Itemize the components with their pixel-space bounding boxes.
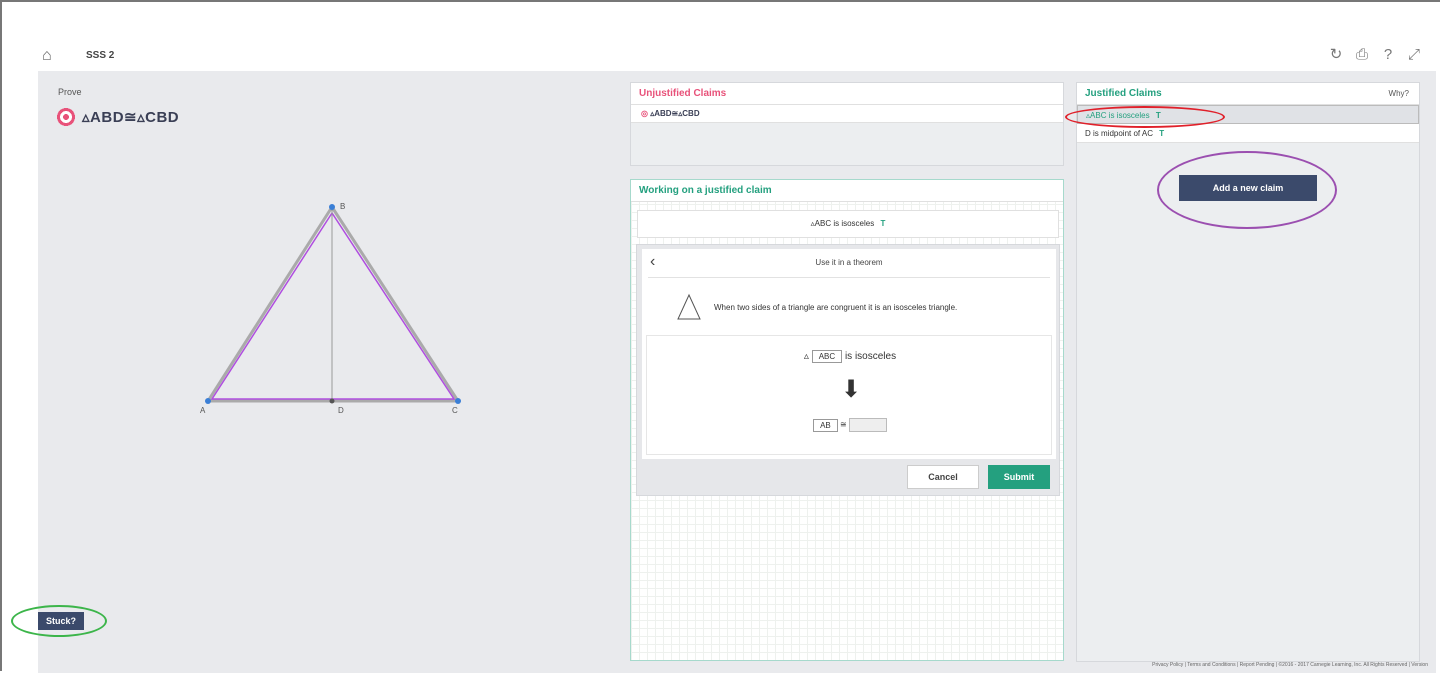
point-c[interactable] [455, 398, 461, 404]
point-a[interactable] [205, 398, 211, 404]
fullscreen-icon[interactable]: ⤢ [1406, 47, 1422, 63]
theorem-description: When two sides of a triangle are congrue… [714, 303, 958, 312]
justified-claims-panel: Justified Claims Why? ▵ABC is isosceles … [1065, 82, 1420, 662]
problem-title: SSS 2 [86, 50, 115, 61]
premise-suffix: is isosceles [844, 351, 897, 363]
annotation-red-oval [1065, 106, 1225, 128]
working-claim-chip: ▵ABC is isosceles T [637, 210, 1059, 238]
unjustified-claims-panel: Unjustified Claims ◎ ▵ABD≅▵CBD [630, 82, 1064, 166]
label-c: C [452, 406, 458, 415]
label-d: D [338, 406, 344, 415]
premise-slot[interactable]: ABC [811, 350, 843, 363]
theorem-badge-icon: T [880, 219, 886, 228]
help-icon[interactable]: ? [1380, 47, 1396, 63]
footer-links[interactable]: Privacy Policy | Terms and Conditions | … [1152, 662, 1428, 668]
print-icon[interactable]: ⎙ [1354, 47, 1370, 63]
why-link[interactable]: Why? [1389, 83, 1409, 105]
triangle-icon [677, 293, 701, 320]
conclusion-slot-left[interactable]: AB [813, 418, 838, 432]
unjustified-claim-text: ▵ABD≅▵CBD [650, 109, 700, 118]
app-frame: ⌂ SSS 2 ↻ ⎙ ? ⤢ Prove ▵ABD≅▵CBD B A D C … [0, 0, 1440, 673]
justified-claim-text: D is midpoint of AC [1085, 129, 1154, 138]
unjustified-claims-title: Unjustified Claims [631, 83, 1063, 105]
side-bc [330, 206, 460, 402]
congruent-symbol: ≅ [839, 420, 847, 430]
home-icon[interactable]: ⌂ [42, 48, 60, 64]
prove-label: Prove [58, 87, 82, 97]
divider [648, 277, 1050, 278]
theorem-badge-icon: T [1159, 129, 1165, 138]
point-b[interactable] [329, 204, 335, 210]
theorem-body: ‹ Use it in a theorem When two sides of … [642, 249, 1056, 459]
theorem-card: ‹ Use it in a theorem When two sides of … [636, 244, 1060, 496]
triangle-figure: B A D C [200, 202, 461, 415]
target-icon: ◎ [641, 109, 651, 118]
label-b: B [340, 202, 345, 211]
conclusion-slot-right[interactable] [848, 418, 887, 432]
workspace: Prove ▵ABD≅▵CBD B A D C Stuck? Unjustifi… [11, 71, 1436, 673]
label-a: A [200, 406, 206, 415]
triangle-highlight [210, 211, 456, 400]
conclusion-row: AB ≅ [647, 418, 1053, 432]
unjustified-claim-item[interactable]: ◎ ▵ABD≅▵CBD [631, 105, 1063, 123]
cancel-button[interactable]: Cancel [907, 465, 979, 489]
premise-prefix: ▵ [803, 351, 809, 363]
justified-claims-title: Justified Claims Why? [1077, 83, 1419, 105]
justified-claims-title-text: Justified Claims [1085, 88, 1162, 99]
theorem-title: Use it in a theorem [815, 258, 883, 267]
annotation-green-circle [11, 605, 107, 637]
goal-statement: ▵ABD≅▵CBD [56, 107, 179, 127]
submit-button[interactable]: Submit [988, 465, 1050, 489]
working-claim-text: ▵ABC is isosceles [810, 219, 875, 228]
premise-row: ▵ ABC is isosceles [647, 350, 1053, 363]
working-claim-panel: Working on a justified claim ▵ABC is iso… [630, 179, 1064, 661]
annotation-purple-oval [1157, 151, 1337, 229]
point-d[interactable] [329, 398, 335, 404]
side-ab [206, 206, 334, 402]
target-icon [56, 107, 76, 127]
refresh-icon[interactable]: ↻ [1328, 47, 1344, 63]
working-claim-title: Working on a justified claim [631, 180, 1063, 202]
arrow-down-icon: ⬇ [841, 376, 862, 403]
top-bar: ⌂ SSS 2 ↻ ⎙ ? ⤢ [38, 42, 1436, 70]
goal-text: ▵ABD≅▵CBD [82, 109, 180, 126]
theorem-application: ▵ ABC is isosceles ⬇ AB ≅ [646, 335, 1052, 455]
